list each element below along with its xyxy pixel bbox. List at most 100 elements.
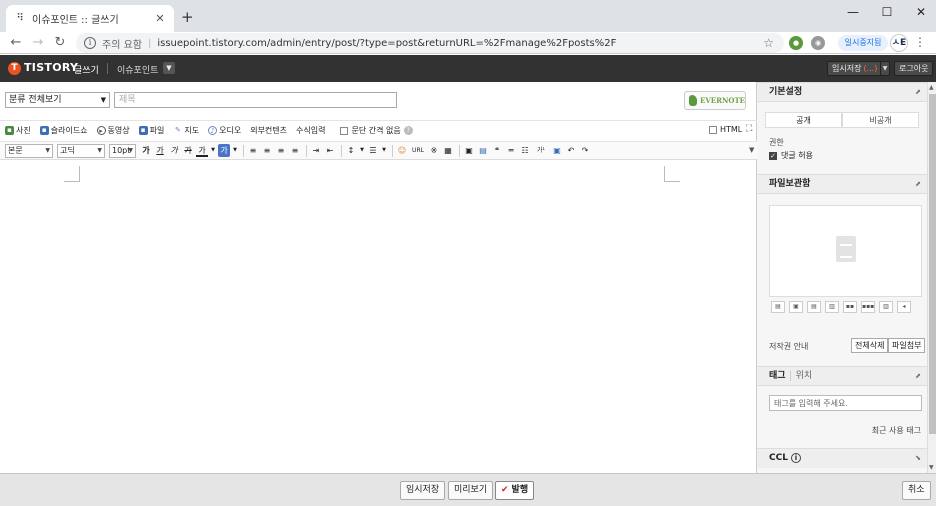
close-window-icon[interactable]: ✕ xyxy=(906,4,936,20)
browser-tab[interactable]: ⠻ 이슈포인트 :: 글쓰기 ✕ xyxy=(6,5,174,32)
chevron-down-icon[interactable]: ▼ xyxy=(232,144,238,157)
undo-icon[interactable]: ↶ xyxy=(565,144,577,157)
maximize-icon[interactable]: ☐ xyxy=(872,4,902,20)
sidebar-scrollbar[interactable]: ▲ ▼ xyxy=(927,82,936,473)
close-tab-icon[interactable]: ✕ xyxy=(154,12,166,25)
insert-slideshow-button[interactable]: ▪ 슬라이드쇼 xyxy=(39,125,88,136)
page-break-icon[interactable]: ☷ xyxy=(519,144,531,157)
blog-dropdown-icon[interactable]: ▼ xyxy=(163,62,175,74)
tistory-logo[interactable]: TISTORY xyxy=(24,61,78,74)
indent-icon[interactable]: ⇥ xyxy=(310,144,322,157)
italic-icon[interactable]: 가 xyxy=(168,144,180,157)
bookmark-star-icon[interactable]: ☆ xyxy=(763,36,774,50)
more-icon[interactable]: ▤ xyxy=(477,144,489,157)
evernote-button[interactable]: EVERNOTE xyxy=(684,91,746,110)
logout-button[interactable]: 로그아웃 xyxy=(894,61,934,76)
float-left-icon[interactable]: ▥ xyxy=(825,301,839,313)
box-icon[interactable]: ▣ xyxy=(463,144,475,157)
html-checkbox[interactable] xyxy=(709,125,717,134)
fold-icon[interactable]: ⬈ xyxy=(915,83,921,101)
redo-icon[interactable]: ↷ xyxy=(579,144,591,157)
font-size-select[interactable]: 10pt ▼ xyxy=(109,143,136,158)
divider-icon[interactable]: ═ xyxy=(505,144,517,157)
align-left-icon[interactable]: ▤ xyxy=(771,301,785,313)
highlight-color-icon[interactable]: 가 xyxy=(218,144,230,157)
align-left-icon[interactable]: ≡ xyxy=(247,144,259,157)
extension-icon[interactable]: ◉ xyxy=(811,36,825,50)
audio-insert-icon[interactable]: ◂ xyxy=(897,301,911,313)
blog-name[interactable]: 이슈포인트 xyxy=(117,63,158,76)
delete-all-button[interactable]: 전체삭제 xyxy=(851,338,889,353)
copyright-guide-link[interactable]: 저작권 안내 xyxy=(769,341,808,352)
paragraph-spacing-option[interactable]: 문단 간격 없음 ? xyxy=(340,125,413,136)
forward-arrow-icon[interactable]: → xyxy=(30,35,46,51)
ccl-header[interactable]: CCL i ⬊ xyxy=(757,448,927,468)
sync-paused-button[interactable]: 일시중지됨 xyxy=(838,35,888,51)
tag-input[interactable] xyxy=(769,395,922,411)
paragraph-spacing-checkbox[interactable] xyxy=(340,126,349,135)
public-option[interactable]: 공개 xyxy=(765,112,842,128)
insert-external-content-button[interactable]: 외부컨텐츠 xyxy=(250,125,287,136)
allow-comments-option[interactable]: ✓ 댓글 허용 xyxy=(769,150,813,161)
attach-file-button[interactable]: 파일첨부 xyxy=(888,338,926,353)
align-justify-icon[interactable]: ≡ xyxy=(289,144,301,157)
line-height-icon[interactable]: ↕ xyxy=(345,144,357,157)
align-center-icon[interactable]: ▣ xyxy=(789,301,803,313)
back-arrow-icon[interactable]: ← xyxy=(8,35,24,51)
link-url-button[interactable]: URL xyxy=(410,144,426,157)
address-bar[interactable]: i 주의 요함 | issuepoint.tistory.com/admin/e… xyxy=(76,33,784,53)
cancel-button[interactable]: 취소 xyxy=(902,481,931,500)
scroll-down-icon[interactable]: ▼ xyxy=(929,464,934,471)
file-storage-header[interactable]: 파일보관함 ⬈ xyxy=(757,174,927,194)
expand-icon[interactable]: ⛶ xyxy=(746,124,752,134)
scrollbar-thumb[interactable] xyxy=(929,94,936,434)
info-icon[interactable]: i xyxy=(84,37,96,49)
checkbox-checked-icon[interactable]: ✓ xyxy=(769,151,777,160)
outdent-icon[interactable]: ⇤ xyxy=(324,144,336,157)
font-family-select[interactable]: 고딕 ▼ xyxy=(57,143,105,158)
unfold-icon[interactable]: ⬊ xyxy=(915,449,921,467)
category-select[interactable]: 분류 전체보기 ▼ xyxy=(5,92,110,108)
quote-icon[interactable]: ❝ xyxy=(491,144,503,157)
evernote-extension-icon[interactable]: ● xyxy=(789,36,803,50)
temp-save-dropdown-icon[interactable]: ▼ xyxy=(880,61,890,76)
float-right-icon[interactable]: ▥ xyxy=(879,301,893,313)
toolbar-more-icon[interactable]: ▼ xyxy=(749,146,754,154)
new-tab-button[interactable]: + xyxy=(181,9,194,25)
recent-tags-link[interactable]: 최근 사용 태그 xyxy=(872,425,921,436)
insert-file-button[interactable]: ▪ 파일 xyxy=(138,125,164,136)
translate-icon[interactable]: ▣ xyxy=(551,144,563,157)
paragraph-style-select[interactable]: 본문 ▼ xyxy=(5,143,53,158)
location-tab[interactable]: 위치 xyxy=(789,371,813,381)
help-icon[interactable]: ? xyxy=(403,126,413,135)
fold-icon[interactable]: ⬈ xyxy=(915,367,921,385)
scroll-up-icon[interactable]: ▲ xyxy=(929,84,934,91)
minimize-icon[interactable]: — xyxy=(838,4,868,20)
bold-icon[interactable]: 가 xyxy=(140,144,152,157)
insert-map-button[interactable]: ✎ 지도 xyxy=(173,125,199,136)
align-center-icon[interactable]: ≡ xyxy=(261,144,273,157)
publish-button[interactable]: ✔ 발행 xyxy=(495,481,535,500)
strikethrough-icon[interactable]: 가 xyxy=(182,144,194,157)
html-mode-toggle[interactable]: HTML xyxy=(709,125,742,134)
insert-video-button[interactable]: ▸ 동영상 xyxy=(96,125,130,136)
tag-tab[interactable]: 태그 xyxy=(769,371,786,381)
chevron-down-icon[interactable]: ▼ xyxy=(210,144,216,157)
chevron-down-icon[interactable]: ▼ xyxy=(359,144,365,157)
file-storage-box[interactable] xyxy=(769,205,922,297)
three-column-icon[interactable]: ▪▪▪ xyxy=(861,301,875,313)
basic-settings-header[interactable]: 기본설정 ⬈ xyxy=(757,82,927,102)
title-input[interactable] xyxy=(114,92,397,108)
insert-audio-button[interactable]: ♪ 오디오 xyxy=(208,125,241,136)
table-icon[interactable]: ▦ xyxy=(442,144,454,157)
preview-button[interactable]: 미리보기 xyxy=(448,481,494,500)
emoticon-icon[interactable]: ☺ xyxy=(396,144,408,157)
spell-check-icon[interactable]: 가¹ xyxy=(533,144,549,157)
font-color-icon[interactable]: 가 xyxy=(196,144,208,157)
reload-icon[interactable]: ↻ xyxy=(52,35,68,51)
profile-avatar[interactable]: ㅅE xyxy=(890,34,908,52)
special-char-icon[interactable]: ※ xyxy=(428,144,440,157)
chevron-down-icon[interactable]: ▼ xyxy=(381,144,387,157)
align-right-icon[interactable]: ▤ xyxy=(807,301,821,313)
url-text[interactable]: issuepoint.tistory.com/admin/entry/post/… xyxy=(157,38,616,49)
